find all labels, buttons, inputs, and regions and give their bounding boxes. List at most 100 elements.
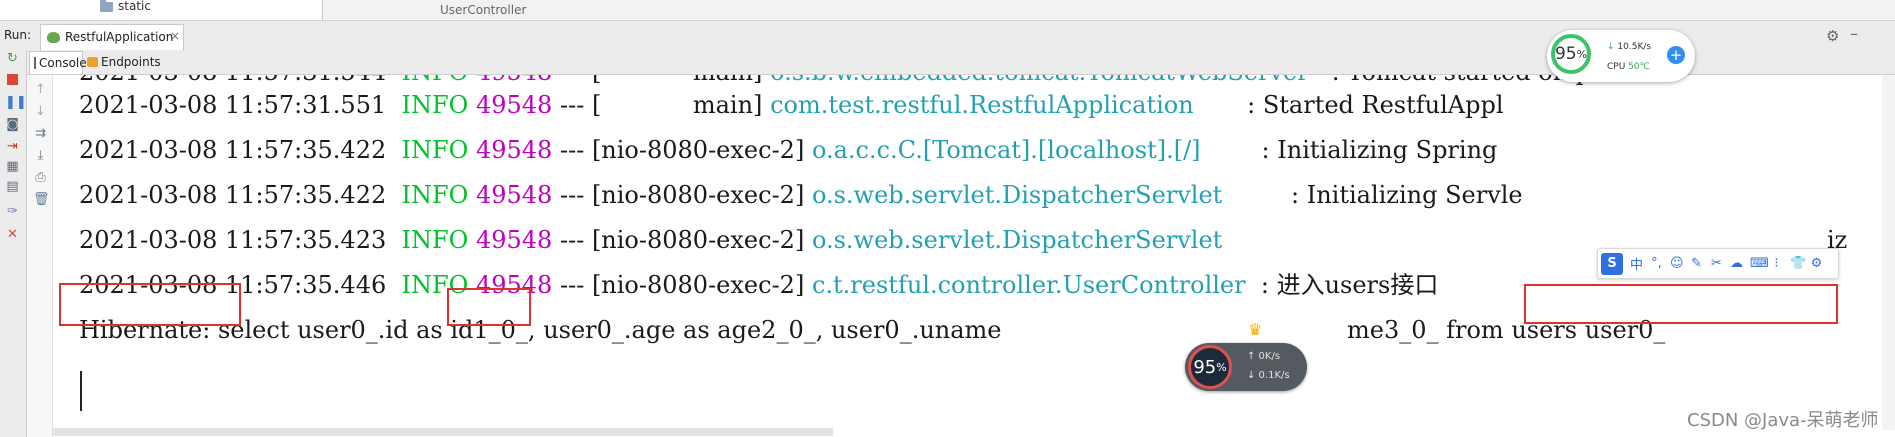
run-tab-restful-application[interactable]: RestfulApplication ×	[40, 24, 184, 50]
download-speed: ↓ 0.1K/s	[1247, 370, 1290, 381]
log-line: 2021-03-08 11:57:31.544 INFO 49548 --- […	[79, 75, 1606, 87]
tab-endpoints-label: Endpoints	[101, 55, 161, 69]
ime-keyboard-icon[interactable]: ⌨	[1750, 256, 1769, 271]
log-pid: 49548	[475, 226, 553, 254]
log-sep: ---	[559, 226, 585, 254]
log-date: 2021-03-08	[79, 226, 218, 254]
log-level: INFO	[401, 226, 469, 254]
tab-console[interactable]: Console	[29, 51, 87, 74]
download-arrow-icon: ↓	[1607, 42, 1615, 52]
memory-percent: 95	[1193, 356, 1217, 378]
tab-console-label: Console	[39, 56, 87, 70]
ime-scissors-icon[interactable]: ✂	[1710, 256, 1723, 271]
ime-cloud-icon[interactable]: ☁	[1730, 256, 1743, 271]
log-logger[interactable]: c.t.restful.controller.UserController	[812, 271, 1246, 299]
log-logger[interactable]: o.s.web.servlet.DispatcherServlet	[812, 181, 1222, 209]
log-date: 2021-03-08	[79, 136, 218, 164]
log-thread: [ main]	[592, 75, 762, 86]
console-actions-gutter: ↑ ↓ ⇉ ⤓ ⎙ 🗑	[27, 75, 53, 437]
log-level: INFO	[401, 91, 469, 119]
ime-toolbar[interactable]: S 中 °, ☺ ✎ ✂ ☁ ⌨ ⁝ 👕 ⚙	[1597, 248, 1839, 279]
ime-handwrite-icon[interactable]: ✎	[1690, 256, 1703, 271]
exit-icon[interactable]: ⇥	[5, 140, 20, 153]
log-pid: 49548	[475, 181, 553, 209]
log-time: 11:57:31.551	[225, 91, 387, 119]
print-icon[interactable]: ⎙	[33, 171, 48, 184]
log-line-highlighted: 2021-03-08 11:57:35.446 INFO 49548 --- […	[79, 270, 1438, 300]
memory-usage-ring: 95%	[1188, 345, 1232, 389]
log-line: 2021-03-08 11:57:35.422 INFO 49548 --- […	[79, 135, 1497, 165]
hide-panel-icon[interactable]: –	[1850, 24, 1858, 43]
up-stack-icon[interactable]: ↑	[33, 83, 48, 96]
log-message: : Initializing Spring	[1261, 136, 1498, 164]
plus-icon[interactable]: +	[1667, 46, 1685, 64]
log-logger[interactable]: o.a.c.c.C.[Tomcat].[localhost].[/]	[812, 136, 1201, 164]
rerun-icon[interactable]: ↻	[5, 52, 20, 65]
tab-endpoints[interactable]: Endpoints	[83, 51, 161, 73]
folder-icon	[100, 0, 113, 12]
log-logger[interactable]: o.s.web.servlet.DispatcherServlet	[812, 226, 1222, 254]
dump-threads-icon[interactable]: ◙	[5, 118, 20, 131]
log-time: 11:57:35.422	[225, 181, 387, 209]
pin-icon[interactable]	[5, 184, 20, 197]
percent-sign: %	[1576, 47, 1588, 61]
log-logger[interactable]: o.s.b.w.embedded.tomcat.TomcatWebServer	[770, 75, 1309, 86]
run-tab-label: RestfulApplication	[65, 30, 174, 44]
log-level: INFO	[401, 181, 469, 209]
pause-icon[interactable]: ❚❚	[5, 96, 27, 109]
log-message: : Initializing Servle	[1291, 181, 1523, 209]
log-line: 2021-03-08 11:57:35.422 INFO 49548 --- […	[79, 180, 1523, 210]
highlight-box-date	[59, 283, 241, 326]
highlight-box-level	[447, 288, 531, 326]
memory-usage-ring: 95%	[1551, 34, 1591, 74]
perf-monitor-widget[interactable]: 95% ↓ 10.5K/s CPU 50℃ +	[1547, 30, 1695, 82]
log-thread: [ main]	[591, 91, 763, 119]
cpu-temp: CPU 50℃	[1607, 62, 1650, 72]
soft-wrap-icon[interactable]: ⇉	[33, 127, 48, 140]
log-line: 2021-03-08 11:57:35.423 INFO 49548 --- […	[79, 225, 1222, 255]
crown-icon: ♛	[1248, 320, 1263, 339]
ime-emoji-icon[interactable]: ☺	[1670, 256, 1684, 271]
ime-skin-icon[interactable]: 👕	[1790, 256, 1806, 271]
sogou-logo-icon[interactable]: S	[1601, 252, 1623, 275]
close-run-icon[interactable]: ✕	[5, 228, 20, 241]
vertical-scrollbar[interactable]	[1882, 75, 1895, 430]
ime-grid-icon[interactable]: ⁝	[1770, 256, 1783, 271]
tree-item-static[interactable]: static	[118, 0, 151, 13]
log-sep: ---	[559, 271, 585, 299]
log-pid: 49548	[476, 75, 552, 86]
perf-monitor-widget-floating[interactable]: 95% ↑ 0K/s ↓ 0.1K/s	[1185, 343, 1307, 391]
log-sep: ---	[559, 91, 585, 119]
ime-punct-icon[interactable]: °,	[1650, 256, 1663, 271]
log-level: INFO	[401, 136, 469, 164]
log-time: 11:57:31.544	[225, 75, 386, 86]
clear-all-icon[interactable]: 🗑	[33, 193, 50, 206]
ime-settings-icon[interactable]: ⚙	[1810, 256, 1823, 271]
cpu-temp-value: 50℃	[1628, 62, 1650, 72]
run-label: Run:	[4, 28, 32, 42]
scroll-to-end-icon[interactable]: ⤓	[33, 149, 48, 162]
editor-breadcrumb[interactable]: UserController	[440, 3, 526, 17]
console-icon	[34, 57, 36, 69]
text-caret	[80, 371, 82, 411]
log-thread: [nio-8080-exec-2]	[591, 181, 805, 209]
percent-sign: %	[1216, 360, 1227, 374]
down-stack-icon[interactable]: ↓	[33, 105, 48, 118]
log-time: 11:57:35.422	[225, 136, 387, 164]
ime-lang-icon[interactable]: 中	[1630, 254, 1643, 273]
log-level: INFO	[402, 75, 469, 86]
close-icon[interactable]: ×	[170, 29, 180, 43]
log-time: 11:57:35.423	[225, 226, 387, 254]
log-logger[interactable]: com.test.restful.RestfulApplication	[770, 91, 1194, 119]
log-date: 2021-03-08	[79, 181, 218, 209]
run-actions-gutter: ↻ ❚❚ ◙ ⇥ ▦ ▤ ✑ ✕	[0, 50, 27, 437]
pin-tab-icon[interactable]: ✑	[5, 205, 20, 218]
horizontal-scrollbar[interactable]	[53, 428, 833, 436]
upload-speed: ↑ 0K/s	[1247, 351, 1281, 362]
layout-icon[interactable]: ▦	[5, 160, 20, 173]
log-sep: ---	[559, 136, 585, 164]
stop-icon[interactable]	[5, 74, 20, 87]
memory-percent: 95	[1554, 44, 1577, 64]
log-sep: ---	[559, 181, 585, 209]
gear-icon[interactable]: ⚙	[1826, 27, 1839, 45]
